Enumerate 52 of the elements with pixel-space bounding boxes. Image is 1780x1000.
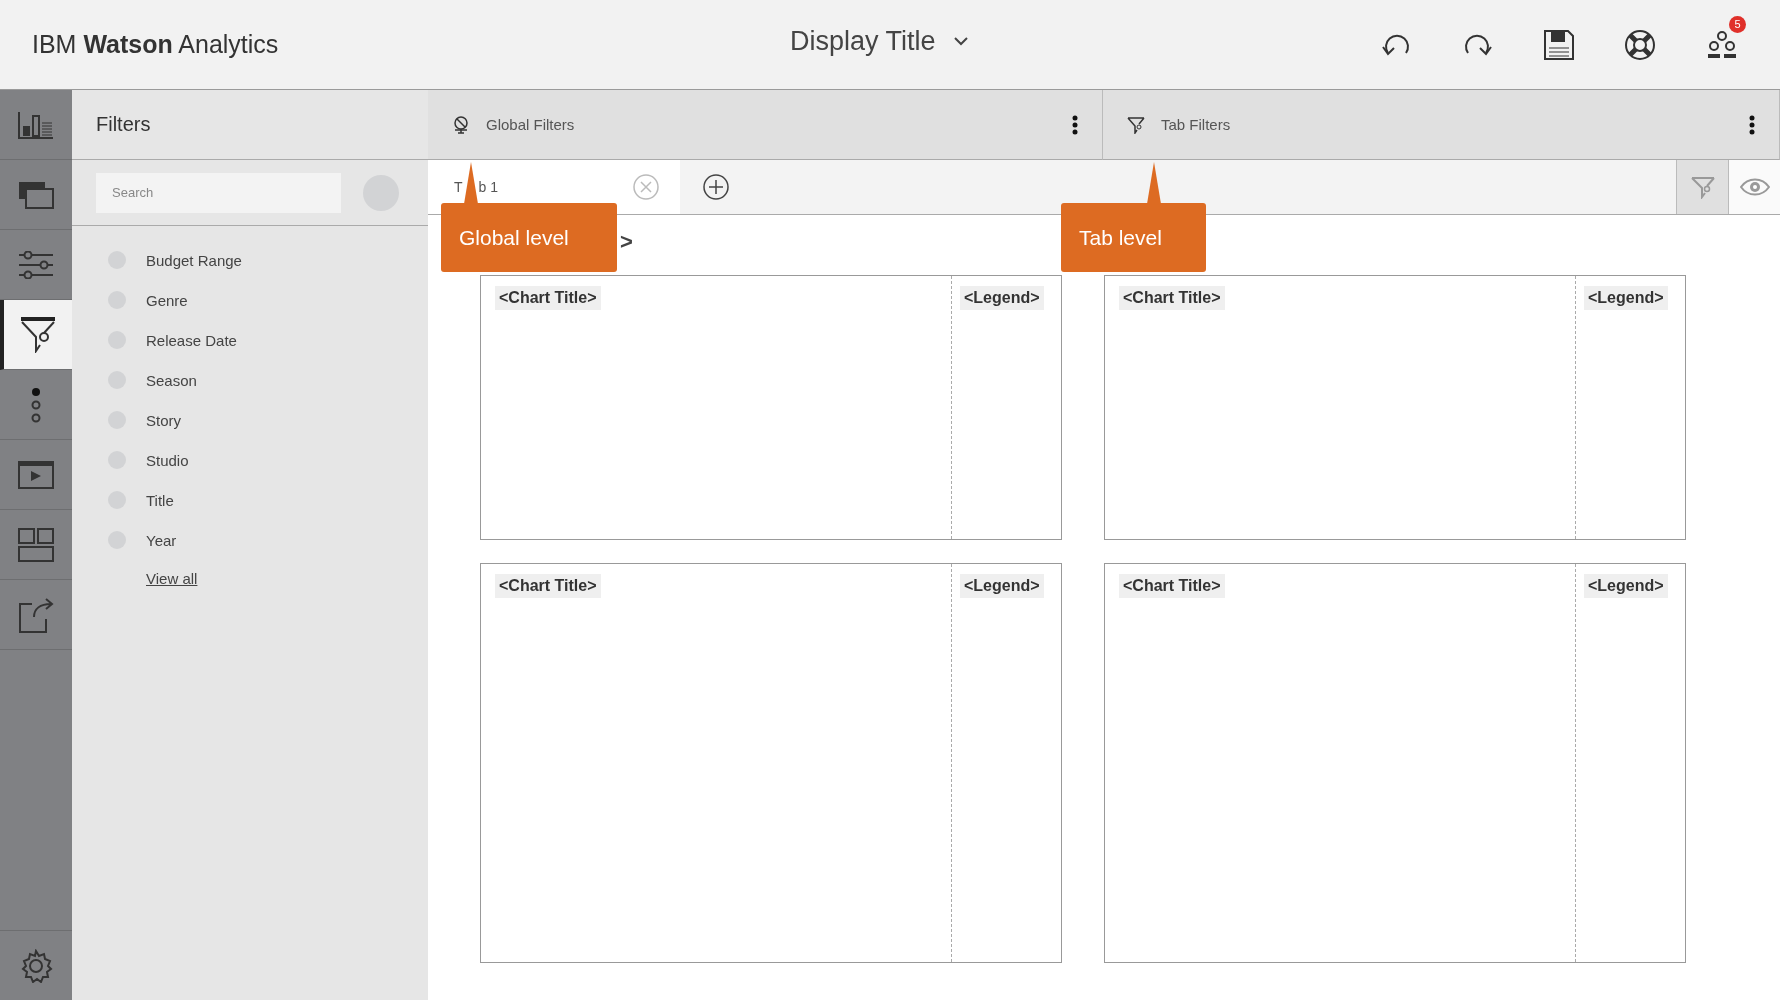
caret-icon [953,37,968,46]
notification-badge: 5 [1729,15,1746,33]
tab-label: b 1 [478,179,499,195]
filter-field[interactable]: Release Date [146,331,237,349]
display-title-dropdown[interactable]: Display Title [790,26,968,57]
app-brand: IBM Watson Analytics [32,30,279,59]
filter-field[interactable]: Title [146,491,174,509]
eye-icon [1739,177,1770,197]
rail-button[interactable] [0,300,72,370]
global-filters-label: Global Filters [486,116,575,133]
settings-icon [19,948,53,983]
search-field[interactable]: Search [96,172,341,213]
filter-icon [1690,175,1715,199]
callout: Tab level [1061,203,1206,272]
layers-icon [18,180,54,209]
callout: Global level [441,203,617,272]
filter-field[interactable]: Season [146,371,197,389]
stepper-dots-icon [29,386,43,423]
filter-button[interactable] [1676,160,1728,214]
filter-field[interactable]: Year [146,531,177,549]
filter-field[interactable]: Budget Range [146,251,242,269]
chart-title: <Chart Title> [1119,286,1225,310]
chart-legend: <Legend> [960,286,1044,310]
chart-title: <Chart Title> [495,574,601,598]
save-button[interactable] [1544,29,1574,60]
bar-chart-icon [18,110,54,139]
more-options-icon[interactable] [1072,114,1078,135]
chart-legend: <Legend> [1584,574,1668,598]
help-button[interactable] [1624,28,1656,61]
plus-icon [702,173,730,201]
layout-grid-icon [18,527,54,562]
collaborators-button[interactable] [1706,29,1738,60]
tab-label: T [454,179,463,195]
chart-title: <Chart Title> [495,286,601,310]
view-all-link[interactable]: View all [146,570,198,587]
chart-legend: <Legend> [960,574,1044,598]
page-title: > [620,229,633,256]
filter-icon [1127,115,1145,134]
more-options-icon[interactable] [1749,114,1755,135]
chart-legend: <Legend> [1584,286,1668,310]
chart-title: <Chart Title> [1119,574,1225,598]
preview-button[interactable] [1728,160,1780,214]
sliders-icon [18,250,54,279]
close-tab-icon[interactable] [632,173,660,201]
filter-field[interactable]: Studio [146,451,189,469]
filter-icon [20,316,56,353]
filter-field[interactable]: Genre [146,291,188,309]
filter-field[interactable]: Story [146,411,181,429]
globe-icon [452,114,470,135]
share-icon [18,596,54,633]
play-window-icon [18,460,54,489]
tab-filters-label: Tab Filters [1161,116,1231,133]
